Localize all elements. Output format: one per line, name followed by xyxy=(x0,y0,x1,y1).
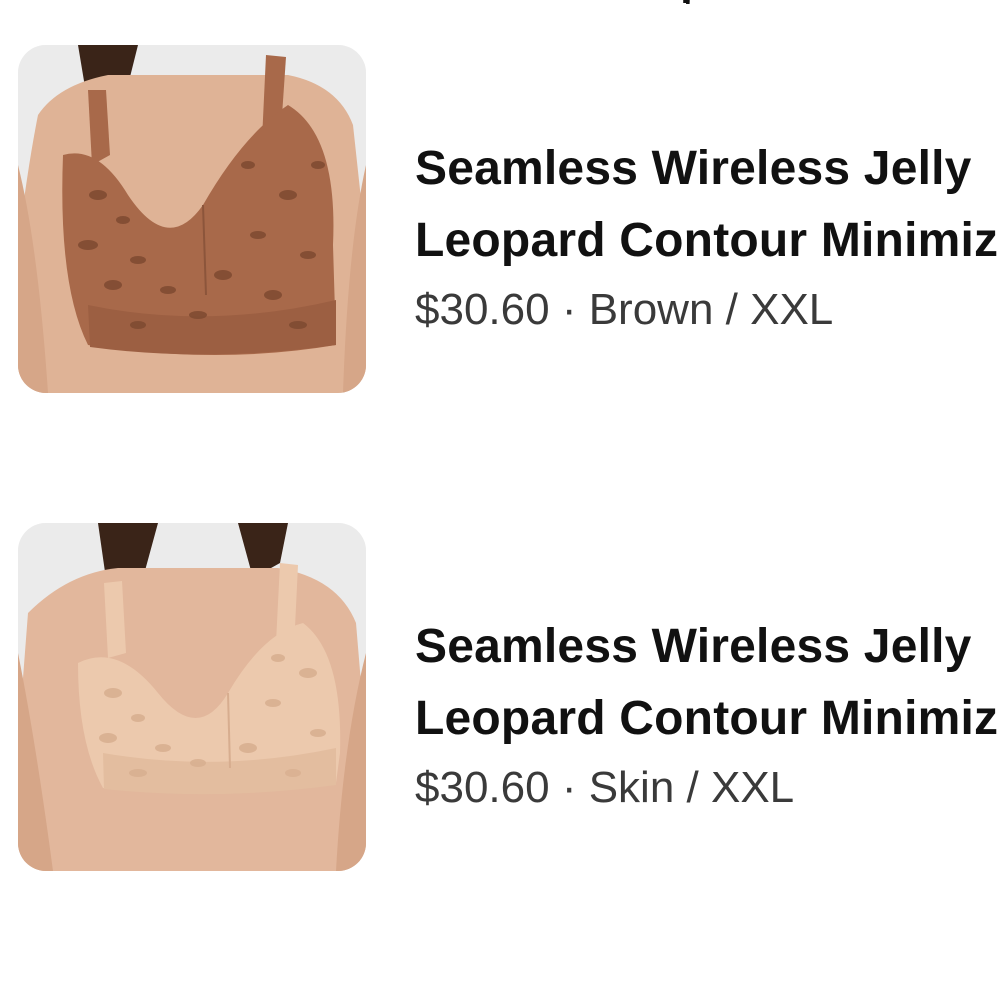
product-image[interactable] xyxy=(18,523,366,871)
previous-item-text-fragment: , xyxy=(680,0,710,4)
product-info[interactable]: Seamless Wireless Jelly Leopard Contour … xyxy=(415,133,1000,345)
product-variant: Brown / XXL xyxy=(588,285,834,334)
product-image[interactable] xyxy=(18,45,366,393)
product-meta: $30.60 · Skin / XXL xyxy=(415,753,1000,823)
product-variant: Skin / XXL xyxy=(588,763,795,812)
meta-separator: · xyxy=(561,763,577,812)
product-info[interactable]: Seamless Wireless Jelly Leopard Contour … xyxy=(415,611,1000,823)
product-title-line-2: Leopard Contour Minimizer xyxy=(415,692,1000,745)
product-meta: $30.60 · Brown / XXL xyxy=(415,275,1000,345)
meta-separator: · xyxy=(561,285,577,334)
cart-item[interactable]: Seamless Wireless Jelly Leopard Contour … xyxy=(0,523,1000,873)
product-title-line-2: Leopard Contour Minimizer xyxy=(415,214,1000,267)
bra-illustration-skin xyxy=(18,523,366,871)
product-title-line-1: Seamless Wireless Jelly xyxy=(415,620,972,673)
cart-item[interactable]: Seamless Wireless Jelly Leopard Contour … xyxy=(0,45,1000,395)
bra-illustration-brown xyxy=(18,45,366,393)
product-price: $30.60 xyxy=(415,285,550,334)
product-price: $30.60 xyxy=(415,763,550,812)
product-title-line-1: Seamless Wireless Jelly xyxy=(415,142,972,195)
